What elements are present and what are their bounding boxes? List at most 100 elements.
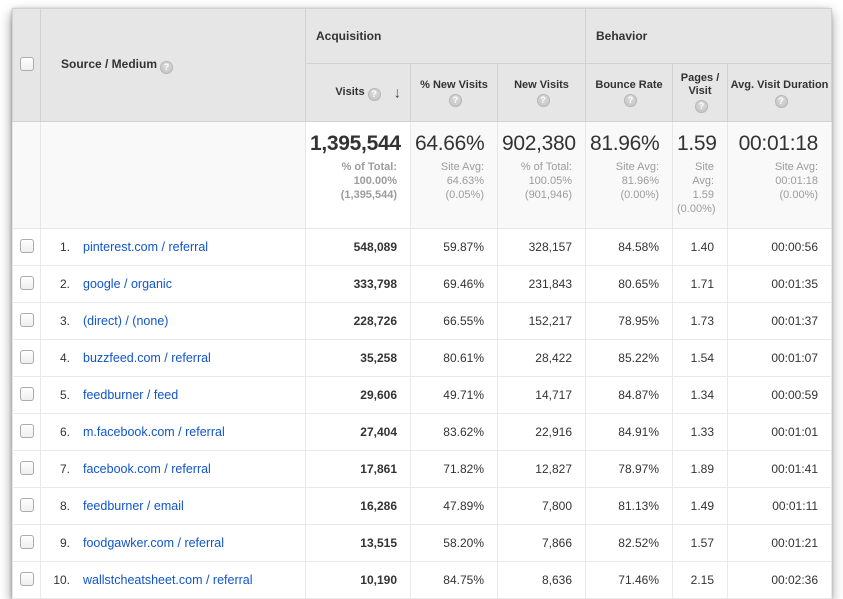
pct-new-visits-cell: 80.61% xyxy=(411,340,498,377)
source-medium-link[interactable]: (direct) / (none) xyxy=(83,314,168,328)
bounce-rate-cell: 84.87% xyxy=(586,377,673,414)
row-checkbox[interactable] xyxy=(20,239,34,253)
bounce-rate-cell: 80.65% xyxy=(586,266,673,303)
totals-pages-visit: 1.59 Site Avg: 1.59 (0.00%) xyxy=(673,122,728,229)
analytics-table-panel: Source / Medium? Acquisition Behavior Vi… xyxy=(12,8,831,599)
help-icon[interactable]: ? xyxy=(160,61,173,74)
avg-visit-duration-label: Avg. Visit Duration xyxy=(731,79,829,91)
pct-new-visits-cell: 66.55% xyxy=(411,303,498,340)
source-medium-link[interactable]: feedburner / email xyxy=(83,499,184,513)
pages-visit-cell: 1.71 xyxy=(673,266,728,303)
source-medium-link[interactable]: pinterest.com / referral xyxy=(83,240,208,254)
bounce-rate-cell: 84.91% xyxy=(586,414,673,451)
avg-duration-cell: 00:01:35 xyxy=(728,266,832,303)
row-checkbox[interactable] xyxy=(20,313,34,327)
visits-cell: 16,286 xyxy=(306,488,411,525)
source-medium-cell: 2.google / organic xyxy=(41,266,306,303)
pages-visit-label: Pages / Visit xyxy=(675,72,725,98)
pct-new-visits-cell: 49.71% xyxy=(411,377,498,414)
totals-pct-new-value: 64.66% xyxy=(415,132,484,156)
pct-new-visits-cell: 69.46% xyxy=(411,266,498,303)
row-checkbox[interactable] xyxy=(20,535,34,549)
help-icon[interactable]: ? xyxy=(449,94,462,107)
totals-bounce-subtext: Site Avg: 81.96% (0.00%) xyxy=(590,160,659,202)
behavior-group-label: Behavior xyxy=(596,29,647,43)
new-visits-cell: 22,916 xyxy=(498,414,586,451)
avg-duration-cell: 00:01:11 xyxy=(728,488,832,525)
column-header-pages-visit[interactable]: Pages / Visit? xyxy=(673,64,728,122)
avg-duration-cell: 00:01:37 xyxy=(728,303,832,340)
new-visits-cell: 8,636 xyxy=(498,562,586,599)
avg-duration-cell: 00:00:56 xyxy=(728,229,832,266)
help-icon[interactable]: ? xyxy=(537,94,550,107)
help-icon[interactable]: ? xyxy=(695,100,708,113)
column-header-visits[interactable]: Visits? ↓ xyxy=(306,64,411,122)
row-checkbox-cell xyxy=(13,451,41,488)
bounce-rate-cell: 85.22% xyxy=(586,340,673,377)
new-visits-label: New Visits xyxy=(514,79,569,92)
column-header-source-medium[interactable]: Source / Medium? xyxy=(41,9,306,122)
source-medium-link[interactable]: facebook.com / referral xyxy=(83,462,211,476)
row-checkbox-cell xyxy=(13,488,41,525)
totals-visits-subtext: % of Total: 100.00% (1,395,544) xyxy=(310,160,397,202)
visits-cell: 29,606 xyxy=(306,377,411,414)
column-header-new-visits[interactable]: New Visits? xyxy=(498,64,586,122)
source-medium-cell: 10.wallstcheatsheet.com / referral xyxy=(41,562,306,599)
new-visits-cell: 28,422 xyxy=(498,340,586,377)
pct-new-visits-cell: 58.20% xyxy=(411,525,498,562)
totals-checkbox-cell xyxy=(13,122,41,229)
source-medium-link[interactable]: feedburner / feed xyxy=(83,388,178,402)
visits-cell: 27,404 xyxy=(306,414,411,451)
pages-visit-cell: 1.34 xyxy=(673,377,728,414)
table-row: 2.google / organic333,79869.46%231,84380… xyxy=(13,266,832,303)
pages-visit-cell: 2.15 xyxy=(673,562,728,599)
row-rank: 4. xyxy=(42,351,70,365)
bounce-rate-cell: 78.97% xyxy=(586,451,673,488)
row-checkbox[interactable] xyxy=(20,498,34,512)
source-medium-link[interactable]: wallstcheatsheet.com / referral xyxy=(83,573,253,587)
help-icon[interactable]: ? xyxy=(368,88,381,101)
row-checkbox[interactable] xyxy=(20,424,34,438)
row-checkbox[interactable] xyxy=(20,572,34,586)
bounce-rate-cell: 71.46% xyxy=(586,562,673,599)
row-checkbox-cell xyxy=(13,377,41,414)
row-checkbox-cell xyxy=(13,525,41,562)
select-all-checkbox[interactable] xyxy=(20,57,34,71)
row-rank: 6. xyxy=(42,425,70,439)
sort-descending-icon[interactable]: ↓ xyxy=(394,84,402,101)
visits-cell: 10,190 xyxy=(306,562,411,599)
source-medium-link[interactable]: google / organic xyxy=(83,277,172,291)
row-checkbox[interactable] xyxy=(20,387,34,401)
row-rank: 3. xyxy=(42,314,70,328)
bounce-rate-cell: 82.52% xyxy=(586,525,673,562)
table-row: 1.pinterest.com / referral548,08959.87%3… xyxy=(13,229,832,266)
source-medium-link[interactable]: foodgawker.com / referral xyxy=(83,536,224,550)
help-icon[interactable]: ? xyxy=(624,94,637,107)
column-header-avg-visit-duration[interactable]: Avg. Visit Duration? xyxy=(728,64,832,122)
totals-pct-new-visits: 64.66% Site Avg: 64.63% (0.05%) xyxy=(411,122,498,229)
table-row: 3.(direct) / (none)228,72666.55%152,2177… xyxy=(13,303,832,340)
avg-duration-cell: 00:01:07 xyxy=(728,340,832,377)
source-medium-link[interactable]: m.facebook.com / referral xyxy=(83,425,225,439)
pct-new-visits-label: % New Visits xyxy=(420,79,488,92)
column-header-pct-new-visits[interactable]: % New Visits? xyxy=(411,64,498,122)
totals-source-cell xyxy=(41,122,306,229)
row-checkbox[interactable] xyxy=(20,461,34,475)
bounce-rate-cell: 81.13% xyxy=(586,488,673,525)
column-header-bounce-rate[interactable]: Bounce Rate? xyxy=(586,64,673,122)
group-header-behavior: Behavior xyxy=(586,9,832,64)
row-checkbox[interactable] xyxy=(20,276,34,290)
source-medium-link[interactable]: buzzfeed.com / referral xyxy=(83,351,211,365)
help-icon[interactable]: ? xyxy=(775,95,788,108)
row-checkbox-cell xyxy=(13,303,41,340)
table-row: 5.feedburner / feed29,60649.71%14,71784.… xyxy=(13,377,832,414)
row-checkbox[interactable] xyxy=(20,350,34,364)
source-medium-cell: 6. m.facebook.com / referral xyxy=(41,414,306,451)
visits-cell: 333,798 xyxy=(306,266,411,303)
source-medium-table: Source / Medium? Acquisition Behavior Vi… xyxy=(12,8,832,599)
table-row: 6.m.facebook.com / referral27,40483.62%2… xyxy=(13,414,832,451)
row-checkbox-cell xyxy=(13,340,41,377)
source-medium-cell: 5.feedburner / feed xyxy=(41,377,306,414)
visits-label: Visits xyxy=(335,86,364,98)
new-visits-cell: 152,217 xyxy=(498,303,586,340)
